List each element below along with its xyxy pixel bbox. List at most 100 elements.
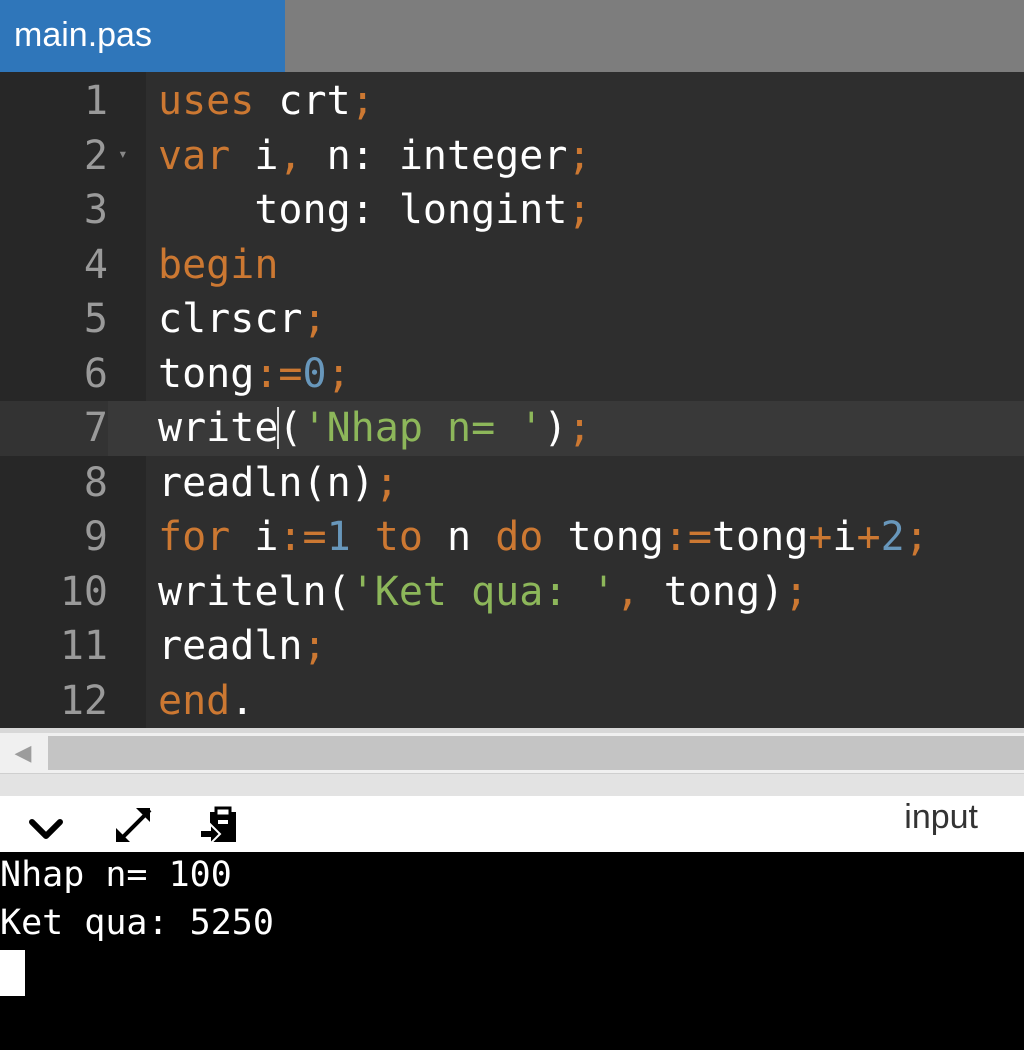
console-line: Ket qua: 5250 xyxy=(0,903,274,943)
line-number: 1 xyxy=(83,78,108,124)
code-text: begin xyxy=(158,238,278,293)
code-line[interactable]: 6 tong:=0; xyxy=(0,347,1024,402)
line-number: 6 xyxy=(83,350,108,397)
console-line: Nhap n= 100 xyxy=(0,855,232,895)
code-text: var i, n: integer; xyxy=(158,129,592,184)
code-text: readln(n); xyxy=(158,456,399,511)
code-token: ( xyxy=(278,405,303,451)
code-line[interactable]: 11 readln; xyxy=(0,619,1024,674)
code-line[interactable]: 1 uses crt; xyxy=(0,74,1024,129)
code-token: begin xyxy=(158,241,279,288)
code-token: + xyxy=(808,514,833,560)
tab-label: main.pas xyxy=(14,16,152,54)
code-text: tong: longint; xyxy=(158,183,592,238)
horizontal-scrollbar[interactable]: ◀ xyxy=(0,733,1024,773)
input-label[interactable]: input xyxy=(904,796,978,838)
tab-main-pas[interactable]: main.pas xyxy=(0,0,285,72)
code-editor[interactable]: 1 uses crt; 2 ▾ var i, n: integer; 3 tong: lo… xyxy=(0,72,1024,728)
code-token: uses xyxy=(158,78,255,124)
paste-icon[interactable] xyxy=(196,804,240,847)
code-token: clrscr xyxy=(158,296,303,342)
code-token: i xyxy=(832,514,857,560)
console-toolbar: input xyxy=(0,796,1024,852)
code-text: clrscr; xyxy=(158,292,327,347)
code-token: ; xyxy=(350,78,375,124)
code-line[interactable]: 10 writeln('Ket qua: ', tong); xyxy=(0,565,1024,620)
code-token: writeln( xyxy=(158,568,351,615)
code-token: 2 xyxy=(880,514,905,560)
code-token: var xyxy=(158,132,231,179)
code-token: write xyxy=(158,405,279,451)
code-token: tong xyxy=(158,350,255,397)
code-token: := xyxy=(278,514,327,560)
console-output[interactable]: Nhap n= 100 Ket qua: 5250 xyxy=(0,852,1024,1050)
code-token: ; xyxy=(326,350,351,397)
code-token: ; xyxy=(302,623,327,669)
code-line[interactable]: 7 write('Nhap n= '); xyxy=(0,401,1024,456)
code-token: for xyxy=(158,514,231,560)
code-text: for i:=1 to n do tong:=tong+i+2; xyxy=(158,510,929,565)
chevron-down-icon[interactable] xyxy=(24,804,68,846)
code-line[interactable]: 3 tong: longint; xyxy=(0,183,1024,238)
code-token: end xyxy=(158,677,231,724)
code-token: tong: longint xyxy=(158,187,568,233)
scroll-left-arrow-icon[interactable]: ◀ xyxy=(0,733,46,773)
code-text: readln; xyxy=(158,619,327,674)
line-number: 12 xyxy=(59,677,108,724)
code-token: ; xyxy=(374,459,399,506)
code-token: := xyxy=(254,350,303,397)
console-cursor xyxy=(0,950,25,996)
code-token: . xyxy=(230,677,255,724)
code-token: n: integer xyxy=(302,132,568,179)
code-token: 0 xyxy=(302,350,327,397)
code-line[interactable]: 8 readln(n); xyxy=(0,456,1024,511)
line-number: 7 xyxy=(0,401,108,456)
code-token: , xyxy=(278,132,303,179)
line-number: 3 xyxy=(83,187,108,233)
code-token: ; xyxy=(567,187,592,233)
line-number: 2 xyxy=(83,132,108,179)
code-text: write('Nhap n= '); xyxy=(158,401,592,456)
fold-arrow-icon[interactable]: ▾ xyxy=(118,129,132,184)
tab-bar: main.pas xyxy=(0,0,1024,72)
line-number: 8 xyxy=(83,459,108,506)
line-number: 4 xyxy=(83,241,108,288)
code-token: readln xyxy=(158,623,303,669)
code-token: do xyxy=(471,514,544,560)
line-number: 10 xyxy=(59,568,108,615)
scrollbar-thumb[interactable] xyxy=(48,736,1024,770)
code-token: n xyxy=(422,514,472,560)
code-token: crt xyxy=(254,78,351,124)
line-number: 11 xyxy=(59,623,108,669)
code-token: 'Ket qua: ' xyxy=(350,568,616,615)
code-line[interactable]: 4 begin xyxy=(0,238,1024,293)
code-token: 1 xyxy=(326,514,351,560)
line-number: 9 xyxy=(83,514,108,560)
panel-splitter[interactable] xyxy=(0,773,1024,796)
code-token: to xyxy=(350,514,423,560)
code-text: end. xyxy=(158,674,254,729)
code-text: uses crt; xyxy=(158,74,375,129)
code-token: ; xyxy=(784,568,809,615)
code-token: ) xyxy=(543,405,568,451)
code-text: tong:=0; xyxy=(158,347,351,402)
code-token: ; xyxy=(904,514,929,560)
code-token: ; xyxy=(302,296,327,342)
code-token: tong xyxy=(543,514,664,560)
code-token: tong xyxy=(711,514,809,560)
code-token: ; xyxy=(567,132,592,179)
code-token: ; xyxy=(567,405,592,451)
line-number: 5 xyxy=(83,296,108,342)
code-token: tong) xyxy=(639,568,785,615)
code-line[interactable]: 12 end. xyxy=(0,674,1024,729)
code-text: writeln('Ket qua: ', tong); xyxy=(158,565,808,620)
code-token: readln(n) xyxy=(158,459,375,506)
expand-icon[interactable] xyxy=(110,804,154,846)
code-line[interactable]: 2 ▾ var i, n: integer; xyxy=(0,129,1024,184)
code-token: i xyxy=(230,132,279,179)
code-token: 'Nhap n= ' xyxy=(302,405,544,451)
code-token: := xyxy=(663,514,712,560)
code-line[interactable]: 5 clrscr; xyxy=(0,292,1024,347)
code-line[interactable]: 9 for i:=1 to n do tong:=tong+i+2; xyxy=(0,510,1024,565)
code-token: + xyxy=(856,514,881,560)
